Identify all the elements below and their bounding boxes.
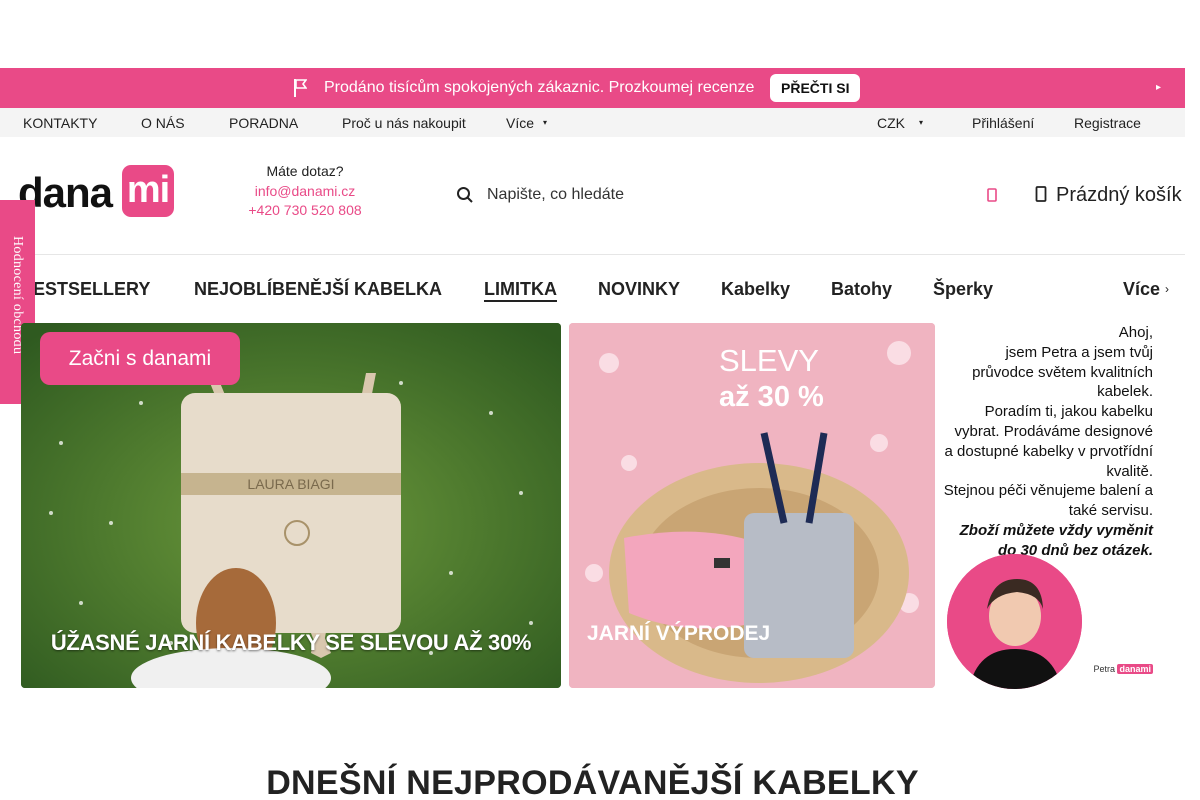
chevron-right-icon: › (1165, 282, 1169, 296)
login-link[interactable]: Přihlášení (972, 108, 1034, 138)
main-navigation: BESTSELLERY NEJOBLÍBENĚJŠÍ KABELKA LIMIT… (0, 272, 1185, 306)
phone-link[interactable]: +420 730 520 808 (225, 201, 385, 221)
chevron-down-icon: ▾ (919, 118, 924, 127)
promo-text: Prodáno tisícům spokojených zákaznic. Pr… (324, 79, 755, 96)
nav-limited[interactable]: LIMITKA (484, 272, 557, 306)
register-link[interactable]: Registrace (1074, 108, 1141, 138)
svg-text:LAURA BIAGI: LAURA BIAGI (247, 476, 334, 492)
chevron-down-icon: ▾ (543, 118, 548, 127)
topnav-why-buy[interactable]: Proč u nás nakoupit (342, 108, 466, 138)
promo-bar: Prodáno tisícům spokojených zákaznic. Pr… (0, 68, 1185, 108)
nav-backpacks[interactable]: Batohy (831, 272, 892, 306)
contact-question: Máte dotaz? (266, 163, 344, 179)
contact-block: Máte dotaz? info@danami.cz +420 730 520 … (225, 162, 385, 221)
close-icon[interactable]: ▸ (1156, 68, 1161, 108)
signature: Petra danami (1093, 664, 1153, 674)
avatar (947, 554, 1082, 689)
topnav-more[interactable]: Více (506, 108, 534, 138)
search-input[interactable]: Napište, co hledáte (487, 178, 624, 212)
nav-new[interactable]: NOVINKY (598, 272, 680, 306)
banner-sale-title: SLEVY (719, 343, 819, 378)
banner-spring-bags[interactable]: LAURA BIAGI Začni s danami ÚŽASNÉ JARNÍ … (21, 323, 561, 688)
search-icon[interactable] (456, 186, 474, 209)
topnav-contacts[interactable]: KONTAKTY (23, 108, 97, 138)
banner-caption: ÚŽASNÉ JARNÍ KABELKY SE SLEVOU AŽ 30% (50, 630, 532, 655)
nav-bestsellers[interactable]: BESTSELLERY (20, 272, 150, 306)
cart-icon (1035, 184, 1047, 209)
banner-sale-caption: JARNÍ VÝPRODEJ (587, 622, 771, 645)
petra-text: Ahoj, jsem Petra a jsem tvůj průvodce sv… (943, 324, 1153, 559)
heart-icon[interactable] (986, 186, 998, 209)
header-divider (0, 254, 1185, 255)
search-bar[interactable]: Napište, co hledáte (452, 178, 892, 212)
banner-petra[interactable]: Ahoj, jsem Petra a jsem tvůj průvodce sv… (943, 323, 1163, 689)
topnav-about[interactable]: O NÁS (141, 108, 185, 138)
logo-badge: mi (122, 165, 174, 217)
section-title: DNEŠNÍ NEJPRODÁVANĚJŠÍ KABELKY (266, 764, 919, 800)
nav-more[interactable]: Více (1123, 272, 1160, 306)
banner-sale-subtitle: až 30 % (719, 381, 824, 413)
nav-jewelry[interactable]: Šperky (933, 272, 993, 306)
topnav-advice[interactable]: PORADNA (229, 108, 298, 138)
nav-most-popular[interactable]: NEJOBLÍBENĚJŠÍ KABELKA (194, 272, 442, 306)
cart-label: Prázdný košík (1056, 184, 1182, 206)
flag-icon (293, 78, 307, 98)
top-navigation: KONTAKTY O NÁS PORADNA Proč u nás nakoup… (0, 108, 1185, 137)
read-reviews-button[interactable]: PŘEČTI SI (770, 74, 861, 102)
currency-select[interactable]: CZK (877, 108, 905, 138)
nav-handbags[interactable]: Kabelky (721, 272, 790, 306)
start-with-danami-button[interactable]: Začni s danami (40, 332, 240, 385)
email-link[interactable]: info@danami.cz (225, 182, 385, 202)
banner-spring-sale[interactable]: SLEVY až 30 % JARNÍ VÝPRODEJ (569, 323, 935, 688)
